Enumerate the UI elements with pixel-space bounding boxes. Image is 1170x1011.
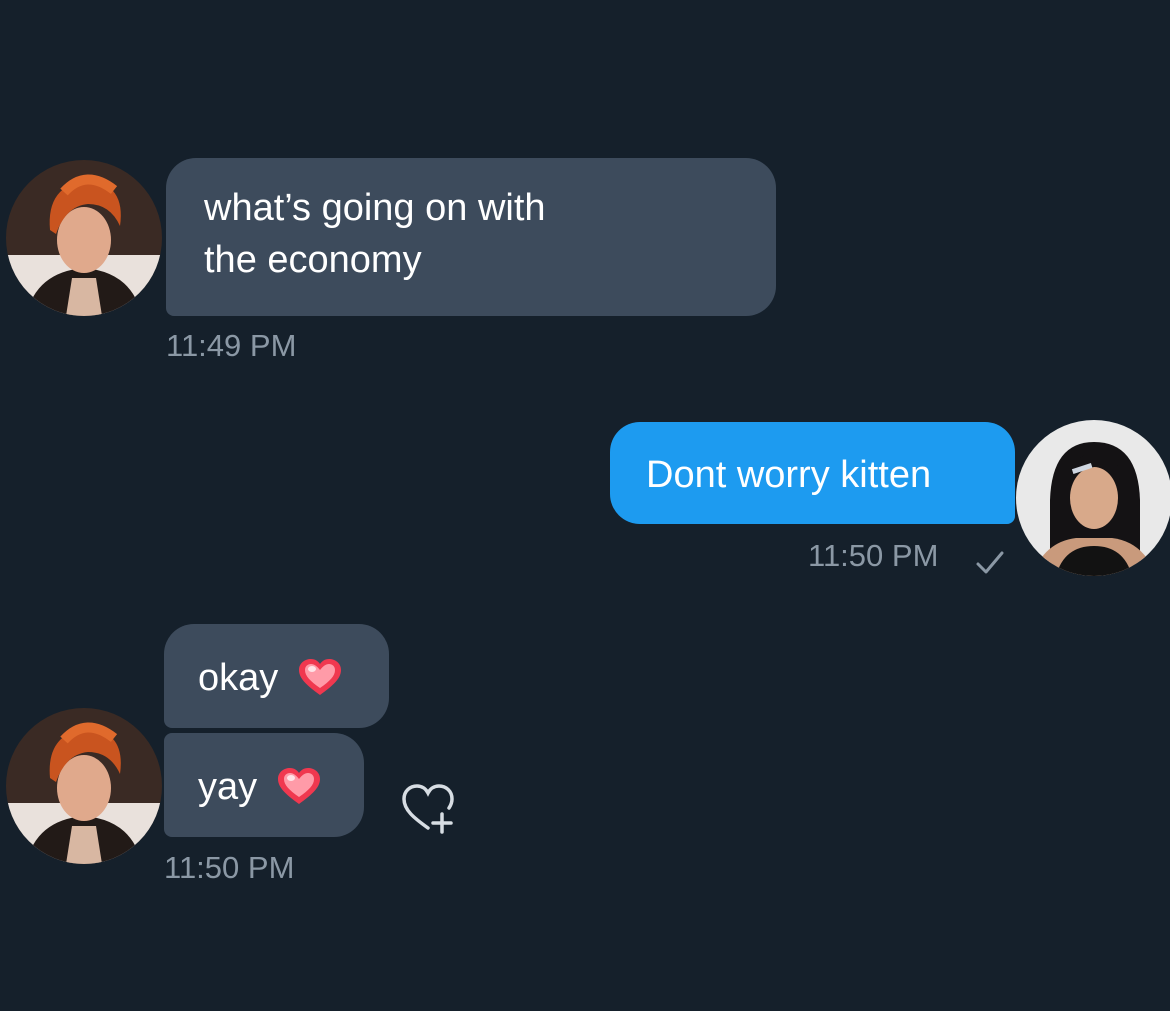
- message-timestamp: 11:50 PM: [164, 850, 295, 885]
- conversation-view: what’s going on with the economy 11:49 P…: [0, 0, 1170, 1011]
- message-text: yay: [198, 765, 258, 808]
- heart-plus-icon[interactable]: [398, 780, 458, 836]
- message-text: Dont worry kitten: [646, 453, 932, 496]
- message-bubble[interactable]: Dont worry kitten: [610, 422, 1015, 524]
- message-timestamp: 11:49 PM: [166, 328, 297, 363]
- heart-emoji: [298, 658, 341, 695]
- message-timestamp: 11:50 PM: [808, 538, 939, 573]
- check-icon: [976, 551, 1004, 574]
- avatar-self[interactable]: [1016, 420, 1170, 576]
- message-text: what’s going on with the economy: [204, 187, 546, 281]
- heart-emoji: [277, 767, 320, 804]
- message-bubble[interactable]: okay: [164, 624, 389, 728]
- message-text: okay: [198, 656, 279, 699]
- avatar-contact[interactable]: [6, 708, 162, 864]
- message-bubble[interactable]: what’s going on with the economy: [166, 158, 776, 316]
- message-bubble[interactable]: yay: [164, 733, 364, 837]
- avatar-contact[interactable]: [6, 160, 162, 316]
